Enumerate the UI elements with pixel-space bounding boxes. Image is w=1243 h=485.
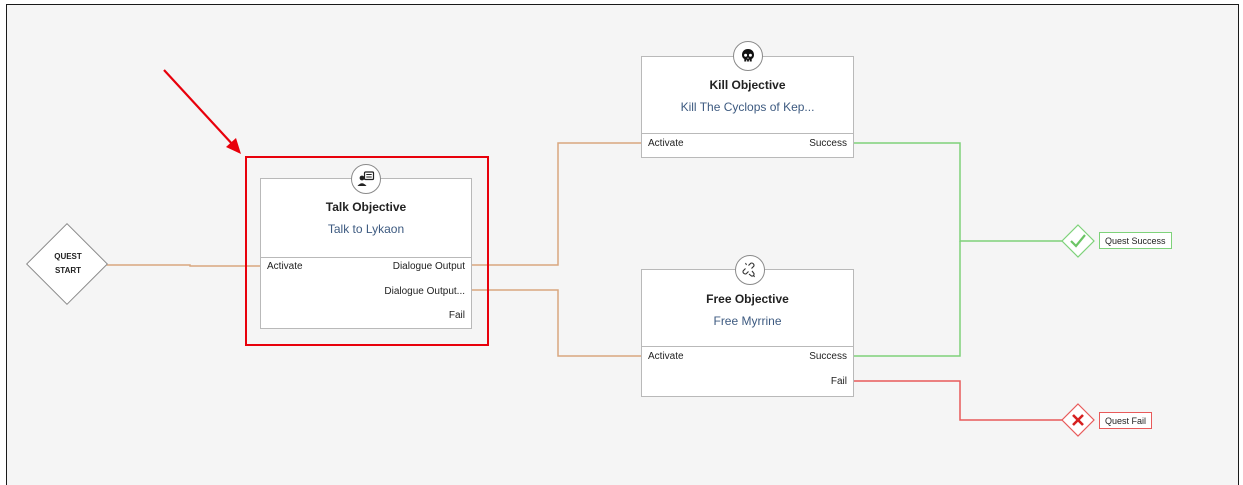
- wire-free-to-fail: [852, 380, 1062, 421]
- quest-start-label: QUEST START: [42, 250, 94, 278]
- activate-port[interactable]: Activate: [648, 138, 684, 149]
- node-subtitle: Free Myrrine: [713, 314, 782, 328]
- broken-chain-icon: [735, 255, 765, 285]
- connections-layer: [96, 69, 1095, 437]
- wire-talk-to-free: [470, 289, 643, 357]
- success-port[interactable]: Success: [809, 138, 847, 149]
- highlight-box: [245, 156, 489, 346]
- kill-objective-node[interactable]: Kill Objective Kill The Cyclops of Kep..…: [641, 56, 854, 158]
- node-title: Kill Objective: [709, 78, 786, 92]
- annotation-arrow: [163, 69, 241, 154]
- quest-fail-label: Quest Fail: [1099, 412, 1153, 429]
- wire-free-to-success: [852, 241, 961, 357]
- quest-success-node[interactable]: [1061, 224, 1095, 258]
- skull-icon: [733, 41, 763, 71]
- free-objective-node[interactable]: Free Objective Free Myrrine Activate Suc…: [641, 269, 854, 397]
- quest-fail-node[interactable]: [1061, 403, 1095, 437]
- wire-kill-to-success: [852, 142, 1062, 242]
- wire-talk-to-kill: [470, 142, 643, 266]
- quest-start-line1: QUEST: [54, 252, 82, 261]
- wire-start-to-talk: [96, 264, 262, 267]
- quest-success-label: Quest Success: [1099, 232, 1172, 249]
- activate-port[interactable]: Activate: [648, 351, 684, 362]
- quest-start-line2: START: [54, 266, 82, 275]
- fail-port[interactable]: Fail: [831, 376, 847, 387]
- node-title: Free Objective: [706, 292, 789, 306]
- node-subtitle: Kill The Cyclops of Kep...: [680, 100, 815, 114]
- success-port[interactable]: Success: [809, 351, 847, 362]
